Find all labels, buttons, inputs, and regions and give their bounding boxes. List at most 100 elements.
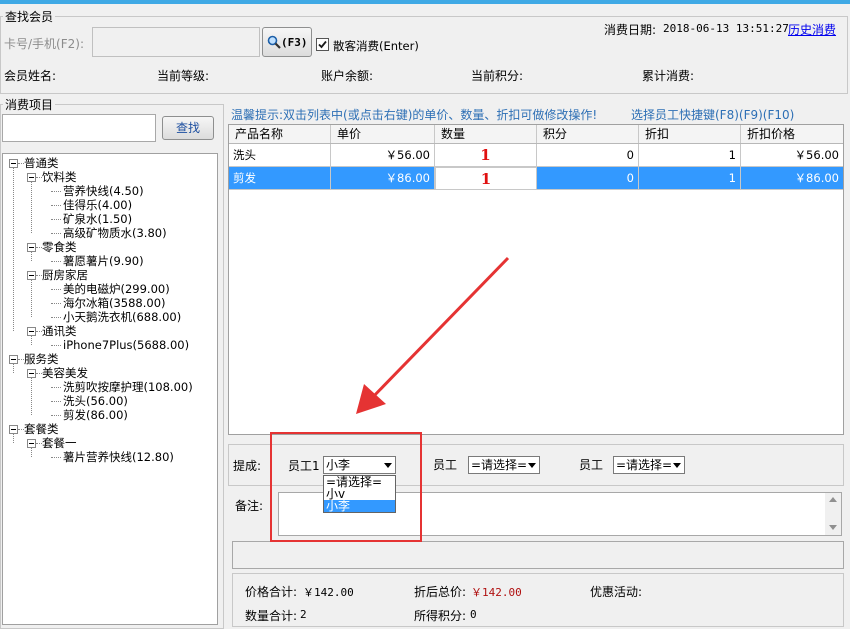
- tree-label: 小天鹅洗衣机(688.00): [63, 310, 182, 324]
- tree-connector: [51, 401, 61, 402]
- tree-label: 洗剪吹按摩护理(108.00): [63, 380, 193, 394]
- tree-collapse-icon[interactable]: [9, 425, 18, 434]
- tree-label: 薯片营养快线(12.80): [63, 450, 174, 464]
- cell-discount[interactable]: 1: [639, 144, 741, 167]
- points-label: 当前积分:: [471, 69, 524, 83]
- history-link[interactable]: 历史消费: [788, 21, 836, 38]
- col-discount[interactable]: 折扣: [639, 125, 741, 143]
- col-qty[interactable]: 数量: [435, 125, 537, 143]
- walkin-label[interactable]: 散客消费(Enter): [333, 38, 419, 54]
- cell-price[interactable]: ￥86.00: [331, 167, 435, 190]
- tree-connector: [31, 378, 32, 415]
- staff2-label: 员工: [433, 458, 458, 472]
- tree-connector: [51, 261, 61, 262]
- tree-label: 通讯类: [42, 324, 77, 338]
- check-icon: [318, 40, 327, 49]
- price-total-value: ￥142.00: [303, 586, 354, 599]
- tree-label: 饮料类: [42, 170, 77, 184]
- status-bar: [232, 541, 844, 569]
- staff2-select[interactable]: =请选择=: [468, 456, 540, 474]
- staff-shortcut-hint: 选择员工快捷键(F8)(F9)(F10): [631, 108, 795, 122]
- tree-label: 矿泉水(1.50): [63, 212, 133, 226]
- qty-total-value: 2: [300, 608, 307, 621]
- member-level-label: 当前等级:: [157, 69, 210, 83]
- tree-label: 套餐一: [42, 436, 77, 450]
- tree-collapse-icon[interactable]: [27, 271, 36, 280]
- earned-points-value: 0: [470, 608, 477, 621]
- col-price[interactable]: 单价: [331, 125, 435, 143]
- tree-collapse-icon[interactable]: [27, 173, 36, 182]
- item-search-button[interactable]: 查找: [162, 116, 214, 140]
- col-points[interactable]: 积分: [537, 125, 639, 143]
- tree-connector: [51, 205, 61, 206]
- balance-label: 账户余额:: [321, 69, 374, 83]
- item-search-input[interactable]: [2, 114, 156, 142]
- card-input[interactable]: [92, 27, 260, 57]
- tree-label: 营养快线(4.50): [63, 184, 144, 198]
- tree-collapse-icon[interactable]: [9, 355, 18, 364]
- cell-points[interactable]: 0: [537, 144, 639, 167]
- tree-connector: [51, 303, 61, 304]
- tree-collapse-icon[interactable]: [9, 159, 18, 168]
- col-name[interactable]: 产品名称: [229, 125, 331, 143]
- staff1-select[interactable]: 小李: [323, 456, 396, 474]
- remarks-scrollbar[interactable]: [825, 493, 841, 535]
- dropdown-option-selected[interactable]: 小李: [324, 500, 395, 512]
- tree-label: 剪发(86.00): [63, 408, 128, 422]
- tree-label: 套餐类: [24, 422, 59, 436]
- scroll-down-icon[interactable]: [829, 525, 837, 530]
- qty-total-label: 数量合计:: [245, 609, 298, 623]
- tree-label: 美的电磁炉(299.00): [63, 282, 170, 296]
- tree-connector: [13, 364, 14, 373]
- scroll-up-icon[interactable]: [829, 497, 837, 502]
- tree-label: 美容美发: [42, 366, 88, 380]
- staff3-label: 员工: [579, 458, 604, 472]
- cell-qty[interactable]: 1: [435, 144, 537, 167]
- table-row-selected[interactable]: 剪发 ￥86.00 1 0 1 ￥86.00: [229, 167, 843, 190]
- tree-connector: [31, 280, 32, 317]
- hint-text: 温馨提示:双击列表中(或点击右键)的单价、数量、折扣可做修改操作!: [231, 108, 598, 122]
- tree-connector: [51, 233, 61, 234]
- table-header: 产品名称 单价 数量 积分 折扣 折扣价格: [229, 125, 843, 144]
- table-row[interactable]: 洗头 ￥56.00 1 0 1 ￥56.00: [229, 144, 843, 167]
- remarks-label: 备注:: [235, 499, 264, 513]
- col-final[interactable]: 折扣价格: [741, 125, 843, 143]
- commission-label: 提成:: [233, 459, 262, 473]
- annotation-arrow-icon: [356, 256, 510, 414]
- tree-collapse-icon[interactable]: [27, 327, 36, 336]
- staff3-select[interactable]: =请选择=: [613, 456, 685, 474]
- date-label: 消费日期:: [604, 23, 657, 37]
- cell-final[interactable]: ￥56.00: [741, 144, 843, 167]
- cell-discount[interactable]: 1: [639, 167, 741, 190]
- dropdown-arrow-icon: [528, 463, 536, 468]
- tree-label: 厨房家居: [42, 268, 88, 282]
- promo-label: 优惠活动:: [590, 585, 643, 599]
- cell-name[interactable]: 洗头: [229, 144, 331, 167]
- tree-connector: [51, 317, 61, 318]
- tree-label: 洗头(56.00): [63, 394, 128, 408]
- staff1-label: 员工1: [288, 459, 320, 473]
- walkin-checkbox[interactable]: [316, 38, 329, 51]
- product-tree[interactable]: 普通类 饮料类 营养快线(4.50) 佳得乐(4.00) 矿泉水(1.50) 高级矿物质水…: [2, 153, 218, 625]
- cell-price[interactable]: ￥56.00: [331, 144, 435, 167]
- order-table[interactable]: 产品名称 单价 数量 积分 折扣 折扣价格 洗头 ￥56.00 1 0 1 ￥5…: [228, 124, 844, 435]
- tree-connector: [51, 191, 61, 192]
- tree-label: 普通类: [24, 156, 59, 170]
- earned-points-label: 所得积分:: [414, 609, 467, 623]
- member-search-button[interactable]: (F3): [262, 27, 312, 57]
- tree-connector: [51, 289, 61, 290]
- tree-connector: [13, 434, 14, 443]
- tree-collapse-icon[interactable]: [27, 439, 36, 448]
- date-value: 2018-06-13 13:51:27: [663, 22, 789, 35]
- tree-collapse-icon[interactable]: [27, 243, 36, 252]
- tree-label: 高级矿物质水(3.80): [63, 226, 167, 240]
- cell-name[interactable]: 剪发: [229, 167, 331, 190]
- staff1-dropdown-list[interactable]: =请选择= 小v 小李: [323, 475, 396, 513]
- tree-label: iPhone7Plus(5688.00): [63, 338, 190, 352]
- cell-final[interactable]: ￥86.00: [741, 167, 843, 190]
- cell-qty[interactable]: 1: [435, 167, 537, 190]
- tree-collapse-icon[interactable]: [27, 369, 36, 378]
- items-legend: 消费项目: [5, 98, 54, 112]
- cell-points[interactable]: 0: [537, 167, 639, 190]
- discounted-total-label: 折后总价:: [414, 585, 467, 599]
